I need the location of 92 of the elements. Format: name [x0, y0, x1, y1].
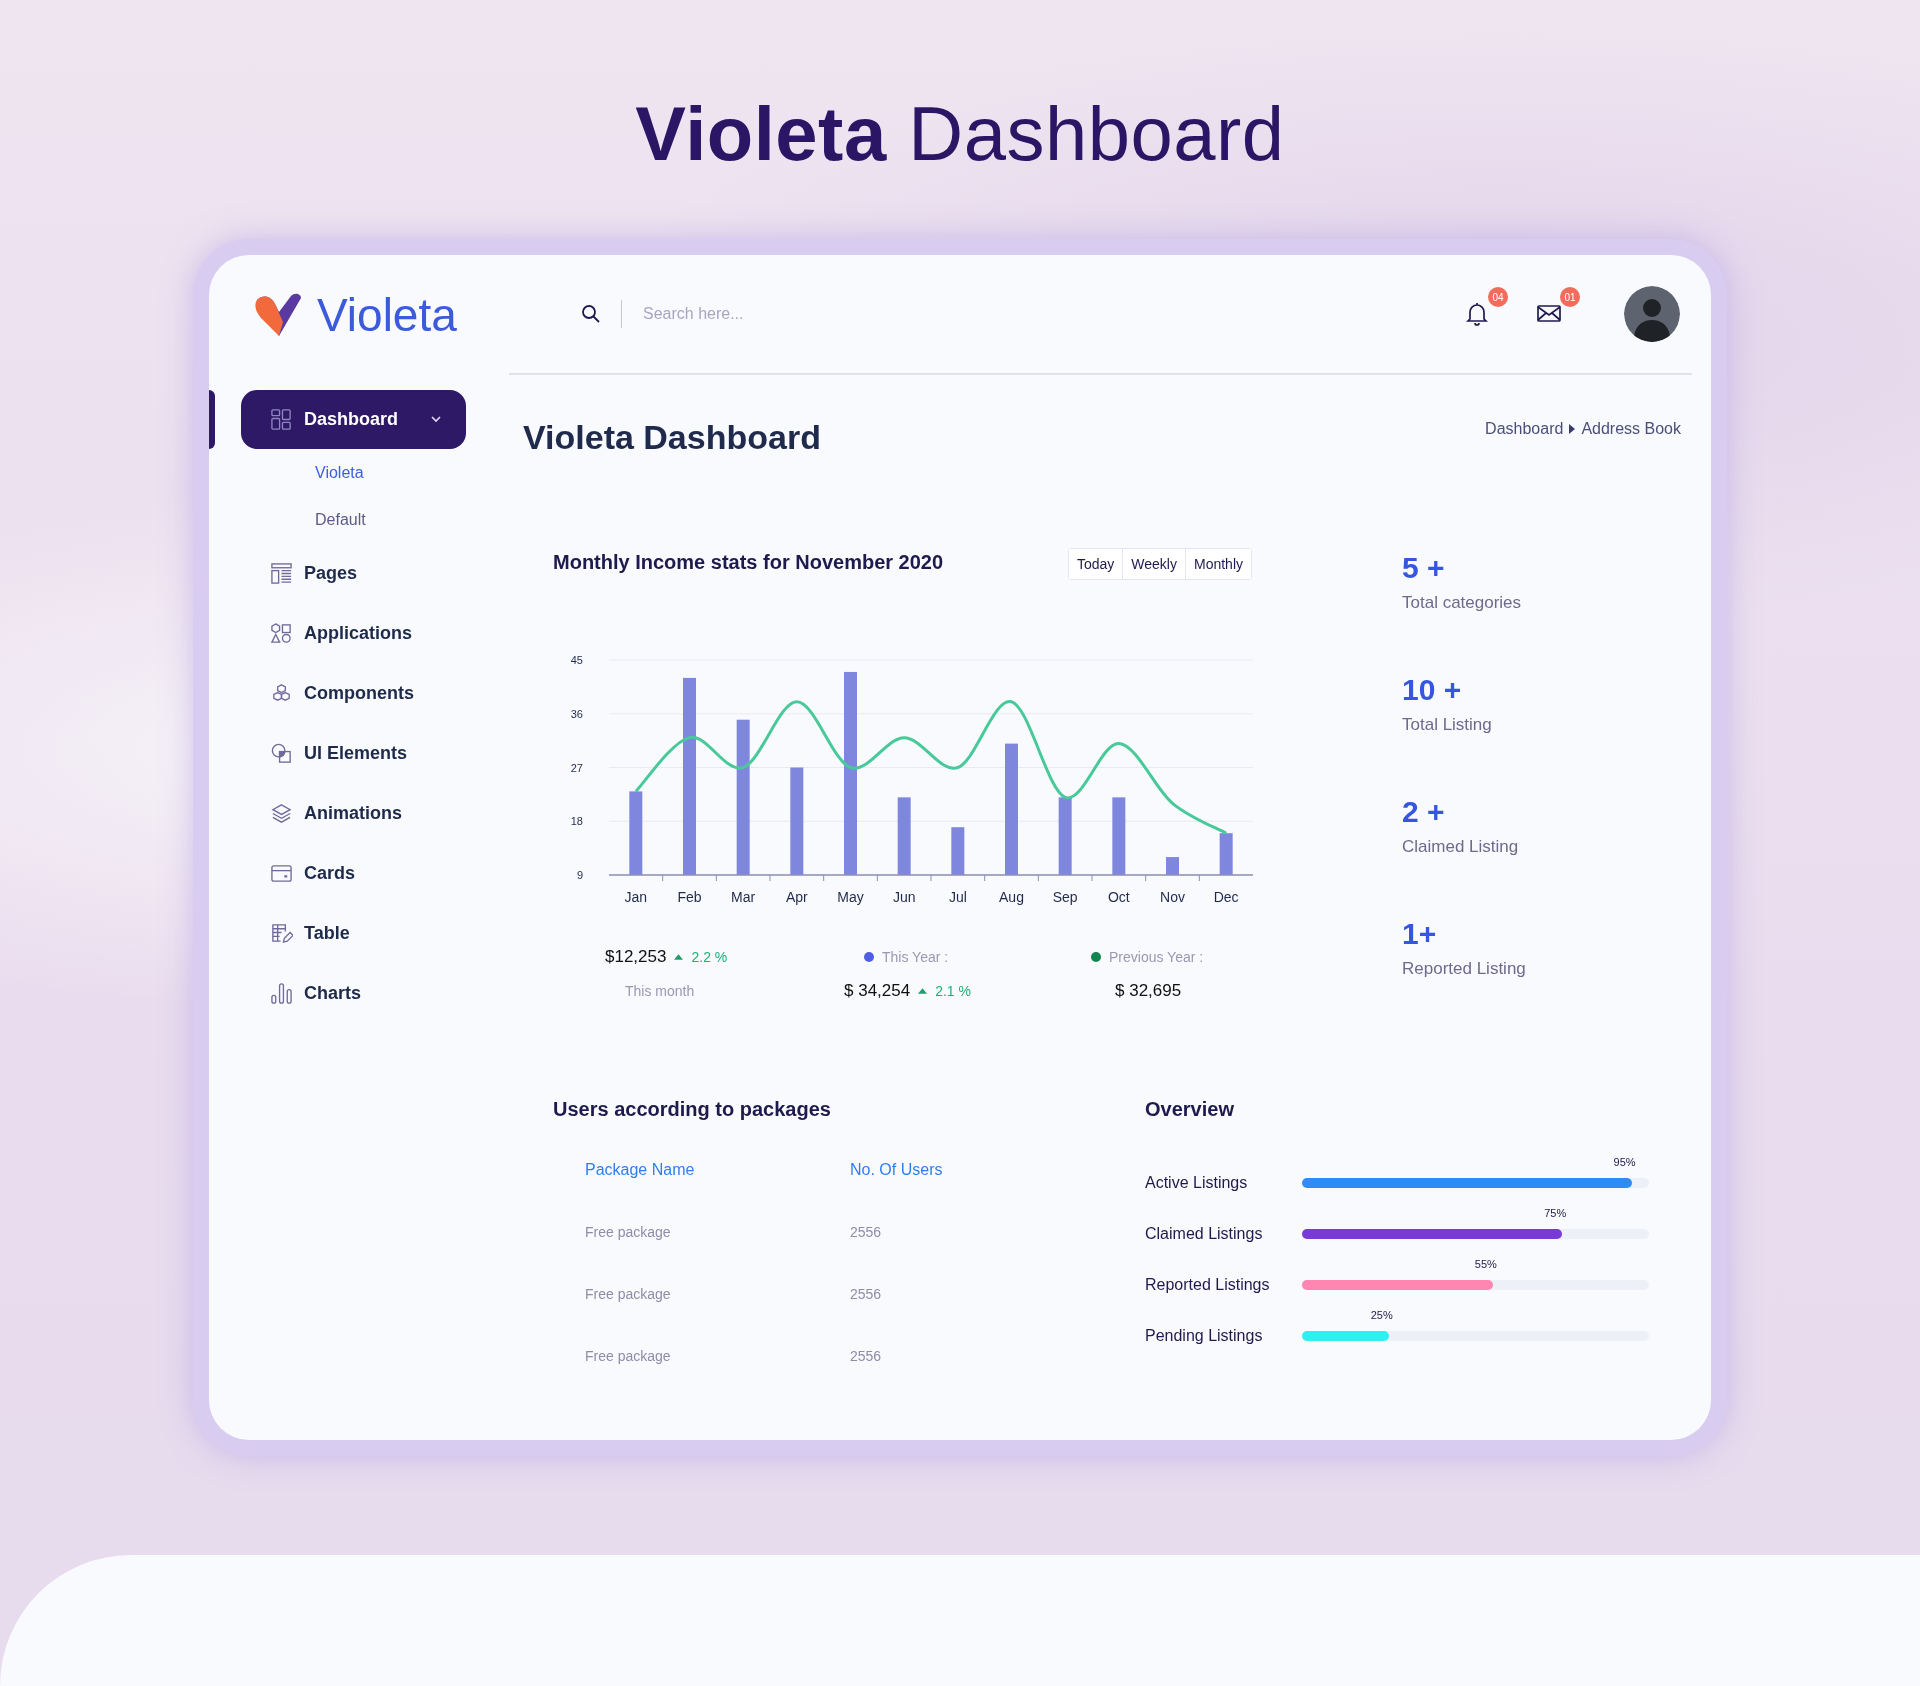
notification-badge: 04: [1488, 287, 1508, 307]
brand-name: Violeta: [317, 288, 457, 342]
search-field[interactable]: Search here...: [643, 305, 923, 323]
bar-chart-icon: [270, 981, 293, 1005]
progress-reading: 25%: [1370, 1308, 1393, 1321]
table-icon: [270, 921, 293, 945]
table-cell-text: 2556: [850, 1348, 883, 1364]
x-tick-label: Aug: [999, 889, 1024, 905]
nav-item[interactable]: Cards: [241, 843, 466, 903]
legend-dot: [864, 952, 874, 962]
section-title: Overview: [1145, 1098, 1235, 1121]
period-tab[interactable]: Today: [1068, 549, 1123, 579]
nav-subitem[interactable]: Default: [315, 510, 366, 529]
chart-bar: [1166, 857, 1179, 875]
nav-item[interactable]: Applications: [241, 603, 466, 663]
legend-label: This Year :: [882, 949, 949, 965]
amount: $ 32,695: [1115, 981, 1182, 1001]
chart-bar: [1219, 833, 1233, 875]
nav-item[interactable]: Charts: [241, 963, 466, 1023]
change-percent: 2.2 %: [691, 949, 728, 965]
progress-label: Pending Listings: [1145, 1326, 1264, 1345]
y-tick-label: 18: [570, 815, 583, 828]
progress-reading: 75%: [1544, 1206, 1567, 1219]
change-percent: 2.1 %: [935, 983, 971, 999]
nav-subitem[interactable]: Violeta: [315, 463, 364, 482]
grid-icon: [270, 407, 293, 431]
table-cell-text: Free package: [585, 1348, 672, 1364]
stat-value: 1+: [1402, 917, 1438, 951]
stat-value: 2 +: [1402, 795, 1446, 829]
amount-caption: This month: [624, 983, 695, 999]
table-cell-text: 2556: [850, 1286, 883, 1302]
progress-label: Active Listings: [1145, 1173, 1249, 1192]
shapes-icon: [270, 621, 293, 645]
nav-item[interactable]: Animations: [241, 783, 466, 843]
y-tick-label: 36: [570, 707, 583, 720]
stat-label: Total categories: [1402, 593, 1523, 613]
legend-dot: [1091, 952, 1101, 962]
x-tick-label: Mar: [731, 889, 756, 905]
legend-label: Previous Year :: [1109, 949, 1204, 965]
nav-item[interactable]: Dashboard: [241, 389, 466, 449]
up-arrow-icon: [674, 954, 684, 960]
nav-item[interactable]: Table: [241, 903, 466, 963]
amount: $ 34,254: [844, 981, 911, 1001]
progress-label: Claimed Listings: [1145, 1224, 1264, 1243]
up-arrow-icon: [918, 988, 928, 994]
period-tab[interactable]: Weekly: [1122, 549, 1185, 579]
stat-value: 10 +: [1402, 673, 1463, 707]
breadcrumb-link[interactable]: Dashboard: [1485, 420, 1564, 438]
stat-label: Claimed Listing: [1402, 837, 1520, 857]
logo-icon: [253, 292, 303, 338]
x-tick-label: Oct: [1107, 889, 1130, 905]
caret-icon: [1569, 424, 1576, 434]
progress-reading: 95%: [1613, 1155, 1636, 1168]
table-cell-text: Free package: [585, 1224, 672, 1240]
x-tick-label: May: [837, 889, 864, 905]
page-layout-icon: [270, 561, 293, 585]
y-tick-label: 9: [576, 869, 583, 881]
progress-reading: 55%: [1474, 1257, 1497, 1270]
column-header: Package Name: [585, 1161, 696, 1179]
x-tick-label: Nov: [1160, 889, 1185, 905]
y-tick-label: 27: [570, 761, 583, 774]
nav-item[interactable]: Pages: [241, 543, 466, 603]
chart-title: Monthly Income stats for November 2020: [553, 551, 944, 574]
stat-label: Reported Listing: [1402, 959, 1527, 979]
x-tick-label: Feb: [677, 889, 702, 905]
nav-item[interactable]: Components: [241, 663, 466, 723]
search-icon[interactable]: [581, 304, 601, 324]
table-cell-text: 2556: [850, 1224, 883, 1240]
x-tick-label: Apr: [785, 889, 808, 905]
x-tick-label: Sep: [1052, 889, 1078, 905]
layers-icon: [270, 801, 293, 825]
section-title: Users according to packages: [553, 1098, 832, 1121]
x-tick-label: Jun: [892, 889, 916, 905]
hero-title: Violeta Dashboard: [635, 96, 1285, 172]
column-header: No. Of Users: [850, 1161, 944, 1179]
chart-bar: [951, 827, 965, 875]
breadcrumb-link[interactable]: Address Book: [1581, 420, 1681, 438]
amount: $12,253: [605, 947, 667, 967]
avatar[interactable]: [1624, 286, 1680, 342]
stat-label: Total Listing: [1402, 715, 1493, 735]
progress-label: Reported Listings: [1145, 1275, 1271, 1294]
table-cell-text: Free package: [585, 1286, 672, 1302]
messages-badge: 01: [1560, 287, 1580, 307]
x-tick-label: Dec: [1213, 889, 1239, 905]
stat-value: 5 +: [1402, 551, 1446, 585]
page-title: Violeta Dashboard: [523, 418, 821, 457]
y-tick-label: 45: [570, 654, 583, 666]
period-tab[interactable]: Monthly: [1184, 549, 1251, 579]
circle-square-icon: [270, 741, 293, 765]
x-tick-label: Jul: [948, 889, 967, 905]
nav-item[interactable]: UI Elements: [241, 723, 466, 783]
x-tick-label: Jan: [624, 889, 648, 905]
